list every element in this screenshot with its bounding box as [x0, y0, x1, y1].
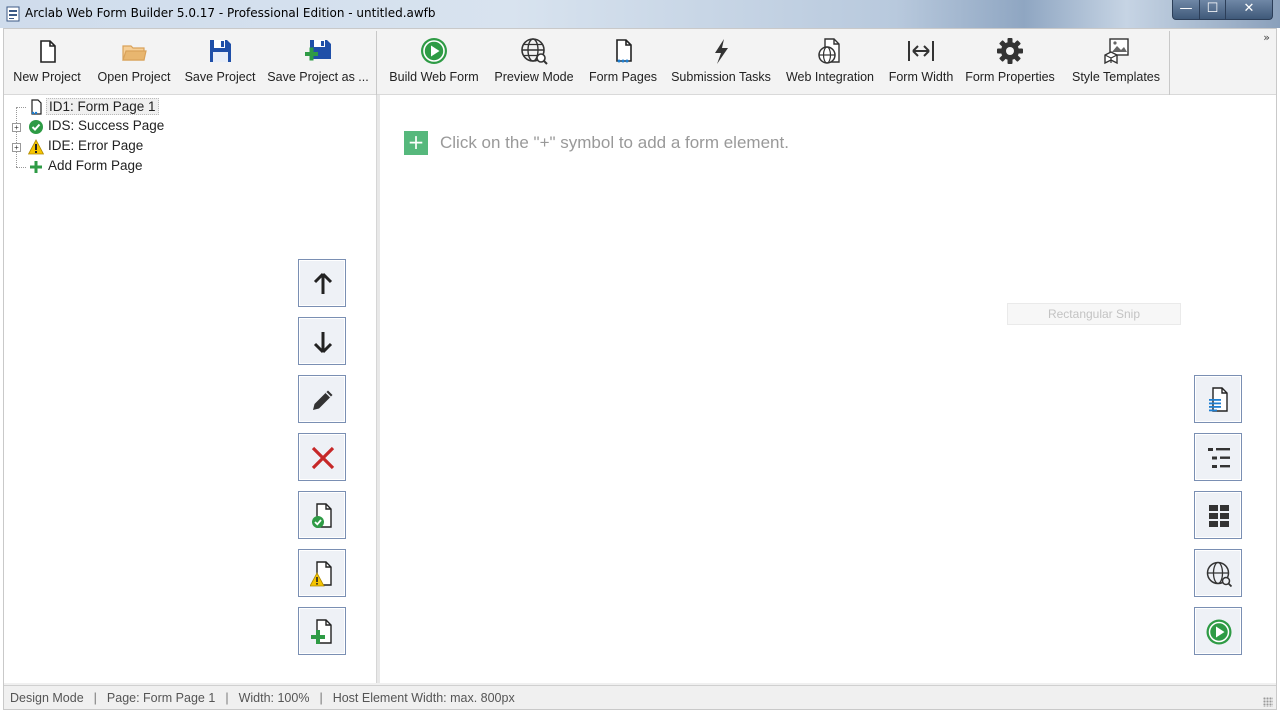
- style-templates-label: Style Templates: [1071, 70, 1160, 84]
- status-bar: Design Mode | Page: Form Page 1 | Width: 100…: [4, 685, 1276, 709]
- style-templates-button[interactable]: Style Templates: [1066, 29, 1166, 95]
- add-element-plus-button[interactable]: +: [404, 131, 428, 155]
- delete-page-button[interactable]: [298, 433, 346, 481]
- status-page: Page: Form Page 1: [106, 691, 216, 705]
- tree-connector: [16, 107, 26, 108]
- style-templates-icon: [1104, 38, 1129, 65]
- play-icon: [1206, 619, 1232, 645]
- width-arrows-icon: [908, 41, 934, 61]
- app-window: New Project Open Project Save Project Sa…: [3, 28, 1277, 710]
- page-warning-icon: [310, 561, 332, 587]
- play-icon: [421, 38, 447, 64]
- status-separator: |: [319, 691, 323, 705]
- gear-icon: [997, 38, 1023, 64]
- add-plus-icon: [30, 161, 42, 173]
- build-web-form-label: Build Web Form: [389, 70, 479, 84]
- tree-item-label: ID1: Form Page 1: [46, 98, 159, 115]
- globe-page-icon: [818, 38, 840, 64]
- toolbar: New Project Open Project Save Project Sa…: [4, 29, 1276, 95]
- save-project-button[interactable]: Save Project: [182, 29, 258, 95]
- arrow-up-icon: [313, 272, 333, 294]
- maximize-button[interactable]: ☐: [1199, 0, 1226, 20]
- toolbar-overflow-chevron-icon[interactable]: »: [1263, 31, 1270, 44]
- new-project-label: New Project: [13, 70, 81, 84]
- form-pages-button[interactable]: Form Pages: [586, 29, 660, 95]
- expand-toggle-icon[interactable]: +: [12, 123, 21, 132]
- toolbar-separator: [376, 31, 377, 95]
- expand-toggle-icon[interactable]: +: [12, 143, 21, 152]
- add-element-hint-text: Click on the "+" symbol to add a form el…: [440, 133, 789, 152]
- form-width-label: Form Width: [888, 70, 954, 84]
- minimize-button[interactable]: —: [1172, 0, 1200, 20]
- grid-icon: [1209, 505, 1229, 527]
- form-properties-button[interactable]: Form Properties: [962, 29, 1058, 95]
- toolbar-separator: [1169, 31, 1170, 95]
- page-text-button[interactable]: [1194, 375, 1242, 423]
- window-title: Arclab Web Form Builder 5.0.17 - Profess…: [25, 6, 436, 20]
- form-page-icon: [31, 99, 42, 115]
- save-project-as-label: Save Project as ...: [267, 70, 369, 84]
- resize-grip-icon[interactable]: [1263, 697, 1273, 707]
- success-page-button[interactable]: [298, 491, 346, 539]
- error-page-button[interactable]: [298, 549, 346, 597]
- status-separator: |: [93, 691, 97, 705]
- build-button[interactable]: [1194, 607, 1242, 655]
- web-integration-label: Web Integration: [785, 70, 875, 84]
- open-project-button[interactable]: Open Project: [92, 29, 176, 95]
- save-project-label: Save Project: [184, 70, 256, 84]
- tree-item-label: Add Form Page: [48, 158, 143, 173]
- title-bar: Arclab Web Form Builder 5.0.17 - Profess…: [0, 0, 1280, 28]
- floppy-icon: [210, 40, 231, 62]
- submission-tasks-button[interactable]: Submission Tasks: [668, 29, 774, 95]
- lightning-icon: [715, 39, 728, 64]
- page-add-icon: [311, 619, 332, 644]
- globe-search-icon: [521, 38, 548, 65]
- status-mode: Design Mode: [10, 691, 84, 705]
- edit-page-button[interactable]: [298, 375, 346, 423]
- web-integration-button[interactable]: Web Integration: [782, 29, 878, 95]
- move-up-button[interactable]: [298, 259, 346, 307]
- tree-item-label: IDE: Error Page: [48, 138, 144, 153]
- tree-connector: [16, 167, 26, 168]
- add-page-button[interactable]: [298, 607, 346, 655]
- status-host-width: Host Element Width: max. 800px: [332, 691, 515, 705]
- new-file-icon: [40, 40, 56, 63]
- pencil-icon: [313, 390, 333, 410]
- status-width: Width: 100%: [238, 691, 310, 705]
- page-icon: [616, 39, 632, 63]
- open-project-label: Open Project: [97, 70, 171, 84]
- folder-icon: [122, 45, 147, 61]
- new-project-button[interactable]: New Project: [8, 29, 86, 95]
- floppy-plus-icon: [305, 40, 331, 61]
- app-icon: [6, 6, 20, 22]
- preview-mode-label: Preview Mode: [494, 70, 574, 84]
- page-check-icon: [312, 503, 332, 528]
- save-project-as-button[interactable]: Save Project as ...: [266, 29, 370, 95]
- grid-view-button[interactable]: [1194, 491, 1242, 539]
- form-design-canvas: + Click on the "+" symbol to add a form …: [380, 95, 1276, 683]
- move-down-button[interactable]: [298, 317, 346, 365]
- project-tree-pane: ID1: Form Page 1 + IDS: Success Page + I…: [4, 95, 376, 683]
- list-view-button[interactable]: [1194, 433, 1242, 481]
- build-web-form-button[interactable]: Build Web Form: [384, 29, 484, 95]
- success-check-icon: [29, 120, 43, 134]
- page-lines-icon: [1209, 387, 1228, 412]
- submission-tasks-label: Submission Tasks: [671, 70, 771, 84]
- status-separator: |: [225, 691, 229, 705]
- arrow-down-icon: [313, 332, 333, 354]
- tree-connector: [16, 107, 17, 167]
- globe-search-icon: [1206, 561, 1232, 587]
- form-pages-label: Form Pages: [588, 70, 658, 84]
- form-width-button[interactable]: Form Width: [886, 29, 956, 95]
- preview-button[interactable]: [1194, 549, 1242, 597]
- delete-x-icon: [311, 446, 335, 470]
- close-button[interactable]: ✕: [1225, 0, 1273, 20]
- preview-mode-button[interactable]: Preview Mode: [490, 29, 578, 95]
- form-properties-label: Form Properties: [965, 70, 1055, 84]
- list-icon: [1208, 448, 1230, 468]
- rectangular-snip-overlay: Rectangular Snip: [1007, 303, 1181, 325]
- warning-icon: [28, 139, 44, 155]
- tree-item-label: IDS: Success Page: [48, 118, 165, 133]
